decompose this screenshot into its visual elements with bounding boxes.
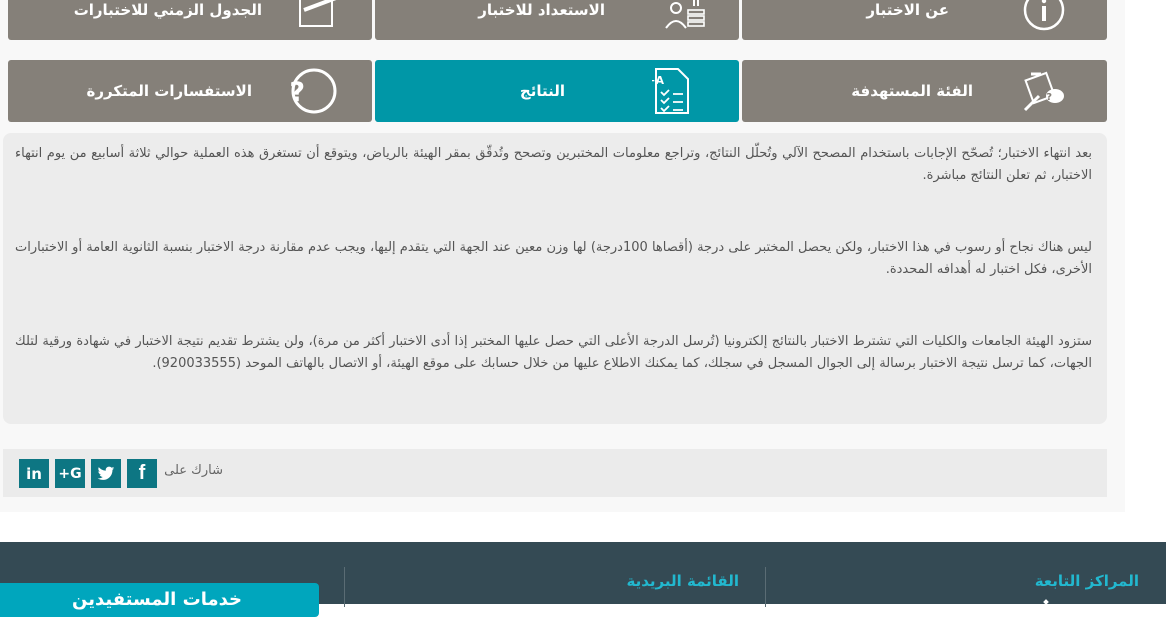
- results-paragraph: ستزود الهيئة الجامعات والكليات التي تشتر…: [15, 334, 1092, 371]
- footer-divider: [344, 567, 345, 607]
- twitter-share-button[interactable]: [91, 459, 121, 488]
- results-paragraph: ليس هناك نجاح أو رسوب في هذا الاختبار، و…: [15, 240, 1092, 277]
- question-icon: ?: [289, 66, 339, 116]
- linkedin-share-button[interactable]: in: [19, 459, 49, 488]
- schedule-pencil-icon: [292, 0, 342, 35]
- footer-divider: [765, 567, 766, 607]
- tab-target-audience[interactable]: ? الفئة المستهدفة: [742, 60, 1107, 122]
- beneficiary-services-button[interactable]: خدمات المستفيدين: [0, 583, 319, 617]
- twitter-icon: [97, 466, 115, 480]
- study-person-icon: [659, 0, 709, 35]
- svg-text:?: ?: [290, 77, 305, 108]
- tab-test-schedule[interactable]: الجدول الزمني للاختبارات: [8, 0, 372, 40]
- tab-label: النتائج: [519, 82, 565, 100]
- footer-affiliated-centers-title: المراكز التابعة: [1034, 572, 1139, 590]
- share-label: شارك على: [164, 463, 223, 478]
- tab-label: الاستفسارات المتكررة: [86, 82, 252, 100]
- tab-faq[interactable]: ? الاستفسارات المتكررة: [8, 60, 372, 122]
- tab-label: عن الاختبار: [866, 0, 949, 19]
- footer: المراكز التابعة القائمة البريدية خدمات ا…: [0, 542, 1166, 617]
- footer-mailing-list-title: القائمة البريدية: [626, 572, 739, 590]
- tab-label: الجدول الزمني للاختبارات: [73, 0, 262, 19]
- facebook-share-button[interactable]: f: [127, 459, 157, 488]
- results-content-panel: بعد انتهاء الاختبار؛ تُصحّح الإجابات باس…: [3, 133, 1107, 424]
- tab-label: الفئة المستهدفة: [851, 82, 973, 100]
- googleplus-icon: G+: [58, 465, 82, 482]
- facebook-icon: f: [138, 462, 146, 484]
- svg-text:A+: A+: [652, 74, 664, 87]
- tab-results[interactable]: A+ النتائج: [375, 60, 739, 122]
- content-area: عن الاختبار الاستعداد للاختبار الجدول ال…: [0, 0, 1125, 512]
- info-icon: [1019, 0, 1069, 35]
- results-document-icon: A+: [647, 66, 697, 116]
- linkedin-icon: in: [26, 464, 42, 483]
- tab-about-test[interactable]: عن الاختبار: [742, 0, 1107, 40]
- results-paragraph: بعد انتهاء الاختبار؛ تُصحّح الإجابات باس…: [15, 146, 1092, 183]
- target-audience-icon: ?: [1019, 66, 1069, 116]
- tab-label: الاستعداد للاختبار: [478, 0, 605, 19]
- svg-text:?: ?: [1046, 92, 1052, 103]
- share-bar: شارك على f G+ in: [3, 449, 1107, 497]
- googleplus-share-button[interactable]: G+: [55, 459, 85, 488]
- tab-test-preparation[interactable]: الاستعداد للاختبار: [375, 0, 739, 40]
